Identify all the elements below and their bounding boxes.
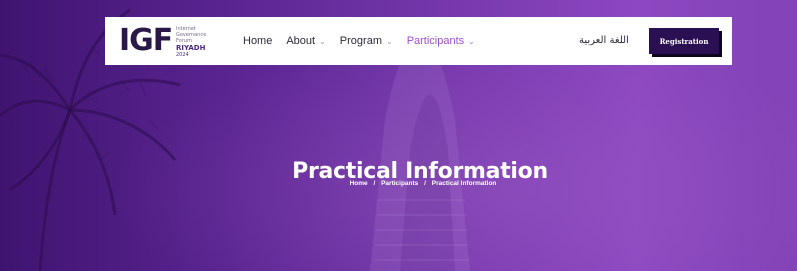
breadcrumb-current: Practical Information [431, 180, 497, 187]
registration-button[interactable]: Registration [649, 28, 719, 54]
top-navbar: IGF Internet Governance Forum RIYADH 202… [105, 17, 732, 65]
nav-item-participants[interactable]: Participants ⌄ [407, 35, 475, 47]
igf-logo[interactable]: IGF Internet Governance Forum RIYADH 202… [119, 23, 225, 58]
breadcrumb-separator: / [373, 180, 376, 187]
chevron-down-icon: ⌄ [468, 36, 475, 46]
language-switch-link[interactable]: اللغة العربية [579, 17, 629, 65]
chevron-down-icon: ⌄ [385, 36, 393, 46]
breadcrumb-separator: / [424, 180, 426, 187]
logo-subtitle: Internet Governance Forum [176, 26, 207, 44]
nav-item-program[interactable]: Program ⌄ [340, 35, 393, 47]
chevron-down-icon: ⌄ [319, 36, 326, 46]
logo-year: 2024 [176, 52, 189, 58]
logo-city: RIYADH [176, 44, 206, 52]
nav-item-home[interactable]: Home [243, 35, 272, 47]
logo-mark: IGF [119, 23, 173, 58]
breadcrumb: Home / Participants / Practical Informat… [0, 180, 797, 187]
breadcrumb-participants[interactable]: Participants [381, 180, 418, 187]
breadcrumb-home[interactable]: Home [350, 180, 368, 187]
nav-item-about[interactable]: About ⌄ [286, 35, 325, 47]
main-menu: Home About ⌄ Program ⌄ Participants ⌄ [243, 17, 489, 65]
